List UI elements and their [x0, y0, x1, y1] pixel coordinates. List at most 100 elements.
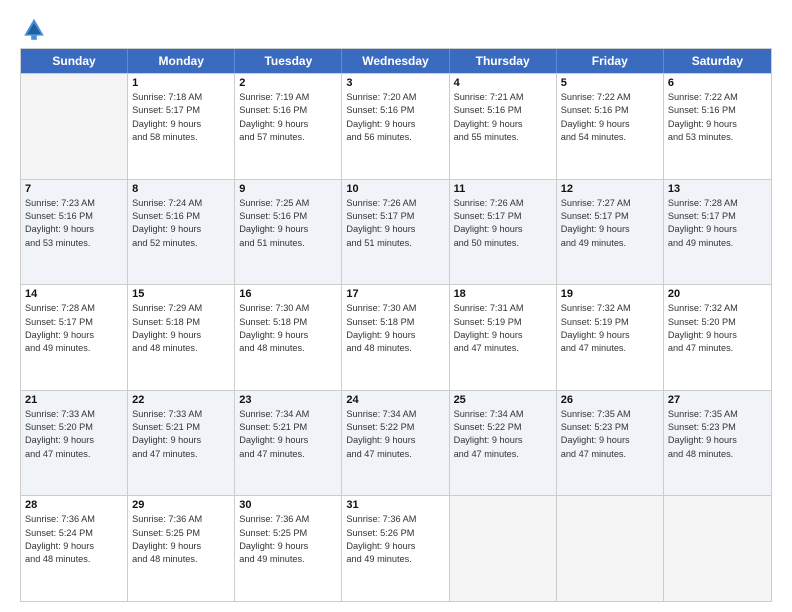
day-header-wednesday: Wednesday [342, 49, 449, 73]
day-number: 18 [454, 288, 552, 300]
cell-line: Sunset: 5:25 PM [239, 527, 337, 540]
cell-line: Daylight: 9 hours [561, 223, 659, 236]
day-cell: 1Sunrise: 7:18 AMSunset: 5:17 PMDaylight… [128, 74, 235, 179]
cell-line: Sunset: 5:16 PM [239, 210, 337, 223]
day-number: 25 [454, 394, 552, 406]
cell-line: and 47 minutes. [454, 448, 552, 461]
cell-line: Sunset: 5:25 PM [132, 527, 230, 540]
day-cell: 22Sunrise: 7:33 AMSunset: 5:21 PMDayligh… [128, 391, 235, 496]
cell-line: and 50 minutes. [454, 237, 552, 250]
cell-line: Sunset: 5:19 PM [561, 316, 659, 329]
day-number: 29 [132, 499, 230, 511]
cell-line: Sunrise: 7:33 AM [25, 408, 123, 421]
day-number: 15 [132, 288, 230, 300]
cell-line: Sunrise: 7:34 AM [239, 408, 337, 421]
cell-line: Sunrise: 7:28 AM [25, 302, 123, 315]
cell-line: Daylight: 9 hours [561, 118, 659, 131]
day-cell: 4Sunrise: 7:21 AMSunset: 5:16 PMDaylight… [450, 74, 557, 179]
cell-line: Daylight: 9 hours [239, 329, 337, 342]
cell-line: Sunset: 5:18 PM [132, 316, 230, 329]
day-number: 19 [561, 288, 659, 300]
cell-line: Daylight: 9 hours [668, 118, 767, 131]
cell-line: Sunset: 5:16 PM [668, 104, 767, 117]
cell-line: Sunset: 5:20 PM [25, 421, 123, 434]
day-number: 22 [132, 394, 230, 406]
day-cell [664, 496, 771, 601]
cell-line: and 58 minutes. [132, 131, 230, 144]
cell-line: and 54 minutes. [561, 131, 659, 144]
cell-line: Sunrise: 7:36 AM [25, 513, 123, 526]
day-cell: 7Sunrise: 7:23 AMSunset: 5:16 PMDaylight… [21, 180, 128, 285]
cell-line: Daylight: 9 hours [454, 223, 552, 236]
day-number: 27 [668, 394, 767, 406]
cell-line: Sunset: 5:21 PM [239, 421, 337, 434]
weeks: 1Sunrise: 7:18 AMSunset: 5:17 PMDaylight… [21, 73, 771, 601]
cell-line: Daylight: 9 hours [132, 434, 230, 447]
cell-line: Sunset: 5:24 PM [25, 527, 123, 540]
cell-line: and 47 minutes. [25, 448, 123, 461]
day-number: 21 [25, 394, 123, 406]
cell-line: Daylight: 9 hours [668, 329, 767, 342]
cell-line: Daylight: 9 hours [132, 329, 230, 342]
cell-line: Daylight: 9 hours [346, 223, 444, 236]
day-number: 4 [454, 77, 552, 89]
week-row: 28 Sunrise: 7:36 AMSunset: 5:24 PM Dayligh… [21, 495, 771, 601]
day-cell: 3Sunrise: 7:20 AMSunset: 5:16 PMDaylight… [342, 74, 449, 179]
cell-line: Sunrise: 7:32 AM [668, 302, 767, 315]
cell-line: Sunset: 5:18 PM [346, 316, 444, 329]
cell-line: Daylight: 9 hours [239, 434, 337, 447]
week-row: 1Sunrise: 7:18 AMSunset: 5:17 PMDaylight… [21, 73, 771, 179]
day-cell: 26Sunrise: 7:35 AMSunset: 5:23 PMDayligh… [557, 391, 664, 496]
day-number: 13 [668, 183, 767, 195]
day-cell: 25Sunrise: 7:34 AMSunset: 5:22 PMDayligh… [450, 391, 557, 496]
day-cell: 5Sunrise: 7:22 AMSunset: 5:16 PMDaylight… [557, 74, 664, 179]
day-number: 12 [561, 183, 659, 195]
cell-line: Sunset: 5:20 PM [668, 316, 767, 329]
cell-line: and 48 minutes. [25, 553, 123, 566]
day-cell: 14Sunrise: 7:28 AMSunset: 5:17 PMDayligh… [21, 285, 128, 390]
day-cell: 15Sunrise: 7:29 AMSunset: 5:18 PMDayligh… [128, 285, 235, 390]
cell-line: and 48 minutes. [132, 553, 230, 566]
day-number: 28 [25, 499, 123, 511]
day-number: 10 [346, 183, 444, 195]
day-header-monday: Monday [128, 49, 235, 73]
cell-line: Daylight: 9 hours [668, 434, 767, 447]
cell-line: Sunset: 5:17 PM [346, 210, 444, 223]
day-number: 20 [668, 288, 767, 300]
day-cell: 18Sunrise: 7:31 AMSunset: 5:19 PMDayligh… [450, 285, 557, 390]
day-cell: 23Sunrise: 7:34 AMSunset: 5:21 PMDayligh… [235, 391, 342, 496]
page: SundayMondayTuesdayWednesdayThursdayFrid… [0, 0, 792, 612]
cell-line: Sunrise: 7:26 AM [346, 197, 444, 210]
cell-line: Daylight: 9 hours [239, 223, 337, 236]
day-header-friday: Friday [557, 49, 664, 73]
cell-line: and 47 minutes. [561, 342, 659, 355]
cell-line: Sunrise: 7:22 AM [668, 91, 767, 104]
cell-line: Sunrise: 7:25 AM [239, 197, 337, 210]
day-cell: 21Sunrise: 7:33 AMSunset: 5:20 PMDayligh… [21, 391, 128, 496]
cell-line: Sunset: 5:16 PM [454, 104, 552, 117]
day-number: 11 [454, 183, 552, 195]
day-cell: 10 Sunrise: 7:26 AMSunset: 5:17 PMDayligh… [342, 180, 449, 285]
cell-line: Sunset: 5:16 PM [239, 104, 337, 117]
cell-line: Sunset: 5:17 PM [132, 104, 230, 117]
cell-line: Sunset: 5:17 PM [668, 210, 767, 223]
cell-line: Daylight: 9 hours [454, 118, 552, 131]
day-number: 2 [239, 77, 337, 89]
cell-line: Daylight: 9 hours [346, 540, 444, 553]
day-cell: 19Sunrise: 7:32 AMSunset: 5:19 PMDayligh… [557, 285, 664, 390]
cell-line: Daylight: 9 hours [668, 223, 767, 236]
cell-line: Sunrise: 7:35 AM [561, 408, 659, 421]
week-row: 14Sunrise: 7:28 AMSunset: 5:17 PMDayligh… [21, 284, 771, 390]
day-cell: 24Sunrise: 7:34 AMSunset: 5:22 PMDayligh… [342, 391, 449, 496]
day-cell: 16Sunrise: 7:30 AMSunset: 5:18 PMDayligh… [235, 285, 342, 390]
cell-line: Sunset: 5:22 PM [346, 421, 444, 434]
cell-line: and 48 minutes. [346, 342, 444, 355]
cell-line: and 49 minutes. [25, 342, 123, 355]
cell-line: and 51 minutes. [239, 237, 337, 250]
cell-line: Daylight: 9 hours [561, 329, 659, 342]
day-cell: 11Sunrise: 7:26 AMSunset: 5:17 PMDayligh… [450, 180, 557, 285]
calendar: SundayMondayTuesdayWednesdayThursdayFrid… [20, 48, 772, 602]
cell-line: and 47 minutes. [454, 342, 552, 355]
day-number: 31 [346, 499, 444, 511]
cell-line: and 47 minutes. [346, 448, 444, 461]
